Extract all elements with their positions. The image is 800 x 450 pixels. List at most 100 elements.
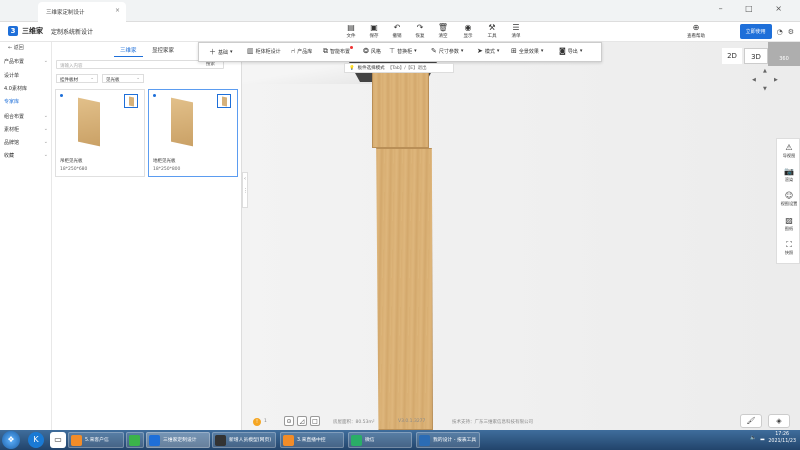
support-label: 技术支持：广东三维家信息科技有限公司 [452,420,533,425]
menu-redo[interactable]: ↷ 恢复 [409,22,431,42]
chevron-down-icon: ▾ [496,48,500,54]
menu-save[interactable]: ▣ 保存 [363,22,385,42]
chevron-down-icon: ⌄ [90,76,94,81]
sidebar-item-cabinet[interactable]: 素材柜 ⌄ [4,126,48,133]
clear-icon: 🗑 [437,23,449,32]
logo-icon: 3 [8,26,18,36]
qq-browser-icon[interactable]: K [28,432,44,448]
windows-start-icon[interactable]: ❖ [2,431,20,449]
chevron-down-icon: ⌄ [43,152,48,158]
toolbar-mode[interactable]: ➤ 模式 ▾ [477,47,499,55]
render-button[interactable]: 📷 渲染 [777,167,800,183]
menu-clear[interactable]: 🗑 清空 [432,22,454,42]
toolbar-style[interactable]: ❂ 风格 [363,47,381,55]
frame-icon[interactable]: □ [310,416,320,426]
sidebar-item-material-lib[interactable]: 4.0素材库 [4,85,48,92]
menu-file[interactable]: ▤ 文件 [340,22,362,42]
chevron-down-icon: ▾ [460,48,464,54]
save-icon: ▣ [370,23,378,32]
3d-viewport[interactable] [242,42,800,430]
taskbar-item[interactable]: 3.来直播中控 [280,432,344,448]
arrow-left-icon: ← [8,45,13,51]
preview-icon[interactable] [217,94,231,108]
clock[interactable]: 17:26 2021/11/23 [768,431,796,445]
product-card[interactable]: 地柜见光板 18*250*800 [148,89,238,177]
sidebar-item-expert-lib[interactable]: 专家库 [4,98,48,105]
menu-display[interactable]: ◉ 显示 [457,22,479,42]
smile-icon: ☺ [784,191,794,200]
wood-panel-upper[interactable] [372,64,429,148]
view-2d-button[interactable]: 2D [722,48,742,64]
brush-icon[interactable]: 🖌 [740,414,762,428]
panel-collapse-handle[interactable]: ‹ ⋮ [242,172,248,208]
taskbar-item-active[interactable]: 三维家定制设计 [146,432,210,448]
eraser-icon[interactable]: ◈ [768,414,790,428]
ruler-icon: ✎ [431,47,437,55]
network-icon[interactable]: ▂ [760,435,764,441]
preview-icon[interactable] [124,94,138,108]
image-icon: ▨ [785,216,793,225]
settings-icon[interactable]: ⚙ [788,28,794,36]
sidebar-item-combo-layout[interactable]: 组合布置 ⌄ [4,113,48,120]
sidebar-item-brand[interactable]: 品牌馆 ⌄ [4,139,48,146]
warning-icon[interactable]: ! [253,418,261,426]
smart-icon: ⧉ [323,47,328,55]
target-icon[interactable]: ⊙ [284,416,294,426]
browser-tab[interactable]: 三维家定制设计 × [38,2,126,22]
measure-icon[interactable]: ◿ [297,416,307,426]
guide-view-button[interactable]: ⚠ 导视图 [777,143,800,159]
toolbar-cabinet-design[interactable]: ▥ 柜体柜设计 [247,47,281,55]
view-settings-button[interactable]: ☺ 视图设置 [777,191,800,207]
replace-icon: ⊤ [389,47,396,55]
user-icon[interactable]: ◔ [777,28,783,36]
snapshot-button[interactable]: ⛶ 快照 [777,240,800,256]
taskbar-item[interactable]: 我的设计 - 报表工具 [416,432,480,448]
tab-xiankong[interactable]: 显控家家 [146,44,180,56]
menu-tools[interactable]: ⚒ 工具 [481,22,503,42]
chevron-down-icon: ▾ [414,48,417,54]
selection-dot [60,94,63,97]
plus-icon: ＋ [209,48,216,56]
window-controls[interactable]: – □ × [719,4,792,13]
volume-icon[interactable]: 🔈 [750,435,756,441]
toolbar-product-lib[interactable]: ⑁ 产品库 [291,47,312,55]
right-toolbox: ⚠ 导视图 📷 渲染 ☺ 视图设置 ▨ 图纸 ⛶ 快照 [776,138,800,264]
toolbar-panorama[interactable]: ⊞ 全景效果 ▾ [511,47,543,55]
view-360-badge[interactable]: 360 [768,42,800,66]
product-size: 18*250*800 [153,167,181,172]
sidebar-item-product-layout[interactable]: 产品布置 ⌄ [4,58,48,65]
cursor-icon: ➤ [477,47,483,55]
toolbar-dimensions[interactable]: ✎ 尺寸参数 ▾ [431,47,463,55]
taskbar-item[interactable] [126,432,144,448]
sidebar-item-favorites[interactable]: 收藏 ⌄ [4,152,48,159]
toolbar-basic[interactable]: ＋基础 ▾ [209,47,233,57]
app-logo: 3 三维家 定制系统新设计 [8,26,93,36]
back-button[interactable]: ← 返回 [8,44,24,51]
filter-type-select[interactable]: 见光板 ⌄ [102,74,144,83]
toolbar-replace[interactable]: ⊤ 替换柜 ▾ [389,47,417,55]
toolbar-smart-layout[interactable]: ⧉ 智能布置 [323,46,354,56]
tab-sanweijia[interactable]: 三维家 [114,44,143,57]
selection-dot [153,94,156,97]
sidebar-item-design-list[interactable]: 设计单 [4,72,48,79]
menu-help[interactable]: ⊕ 查看帮助 [681,22,711,42]
taskbar-item[interactable]: 5.来客户信 [68,432,124,448]
view-3d-button[interactable]: 3D [744,48,768,64]
chevron-down-icon: ▾ [540,48,544,54]
drawing-button[interactable]: ▨ 图纸 [777,216,800,232]
menu-undo[interactable]: ↶ 撤销 [386,22,408,42]
toolbar-export[interactable]: ◙ 导出 ▾ [559,47,582,55]
folder-icon[interactable]: ▭ [50,432,66,448]
wood-panel-lower[interactable] [376,148,433,430]
view-compass-icon[interactable]: ▲ ◀ ▶ ▼ [752,68,780,94]
taskbar-item[interactable]: 新增人员模型(网页) [212,432,276,448]
taskbar-item[interactable]: 微信 [348,432,412,448]
app-subtitle: 定制系统新设计 [51,28,94,36]
close-icon[interactable]: × [115,7,120,14]
product-card[interactable]: 吊柜见光板 18*250*680 [55,89,145,177]
chevron-down-icon: ⌄ [43,113,48,119]
chevron-down-icon: ▾ [579,48,583,54]
filter-category-select[interactable]: 挂件板材 ⌄ [56,74,98,83]
primary-button[interactable]: 立即使用 [739,24,772,39]
menu-list[interactable]: ☰ 清单 [505,22,527,42]
